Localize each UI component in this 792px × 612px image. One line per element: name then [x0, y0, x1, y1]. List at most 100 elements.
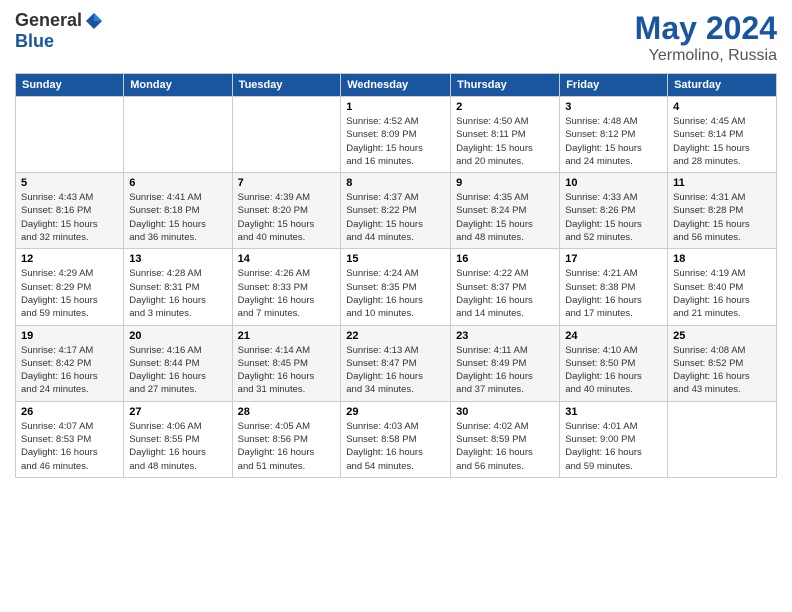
week-row-3: 19 Sunrise: 4:17 AM Sunset: 8:42 PM Dayli…	[16, 325, 777, 401]
header: General Blue May 2024 Yermolino, Russia	[15, 10, 777, 65]
header-sunday: Sunday	[16, 74, 124, 97]
day-info: Sunrise: 4:11 AM Sunset: 8:49 PM Dayligh…	[456, 344, 554, 397]
day-info: Sunrise: 4:33 AM Sunset: 8:26 PM Dayligh…	[565, 191, 662, 244]
header-saturday: Saturday	[668, 74, 777, 97]
day-number: 24	[565, 330, 662, 342]
table-cell	[668, 401, 777, 477]
week-row-4: 26 Sunrise: 4:07 AM Sunset: 8:53 PM Dayli…	[16, 401, 777, 477]
day-number: 5	[21, 177, 118, 189]
week-row-2: 12 Sunrise: 4:29 AM Sunset: 8:29 PM Dayli…	[16, 249, 777, 325]
day-number: 18	[673, 253, 771, 265]
week-row-1: 5Sunrise: 4:43 AM Sunset: 8:16 PM Daylig…	[16, 173, 777, 249]
table-cell: 31Sunrise: 4:01 AM Sunset: 9:00 PM Dayli…	[560, 401, 668, 477]
day-number: 12	[21, 253, 118, 265]
logo-general: General	[15, 10, 82, 31]
page: General Blue May 2024 Yermolino, Russia …	[0, 0, 792, 488]
day-number: 1	[346, 101, 445, 113]
location: Yermolino, Russia	[635, 47, 777, 65]
day-info: Sunrise: 4:21 AM Sunset: 8:38 PM Dayligh…	[565, 267, 662, 320]
day-number: 29	[346, 406, 445, 418]
day-number: 26	[21, 406, 118, 418]
day-info: Sunrise: 4:28 AM Sunset: 8:31 PM Dayligh…	[129, 267, 226, 320]
logo-icon	[84, 11, 104, 31]
day-info: Sunrise: 4:14 AM Sunset: 8:45 PM Dayligh…	[238, 344, 336, 397]
table-cell: 27 Sunrise: 4:06 AM Sunset: 8:55 PM Dayli…	[124, 401, 232, 477]
table-cell: 3 Sunrise: 4:48 AM Sunset: 8:12 PM Daylig…	[560, 97, 668, 173]
week-row-0: 1Sunrise: 4:52 AM Sunset: 8:09 PM Daylig…	[16, 97, 777, 173]
table-cell	[16, 97, 124, 173]
table-cell: 23Sunrise: 4:11 AM Sunset: 8:49 PM Dayli…	[451, 325, 560, 401]
table-cell: 25 Sunrise: 4:08 AM Sunset: 8:52 PM Dayli…	[668, 325, 777, 401]
table-cell: 22 Sunrise: 4:13 AM Sunset: 8:47 PM Dayli…	[341, 325, 451, 401]
day-info: Sunrise: 4:02 AM Sunset: 8:59 PM Dayligh…	[456, 420, 554, 473]
day-info: Sunrise: 4:48 AM Sunset: 8:12 PM Dayligh…	[565, 115, 662, 168]
logo-blue: Blue	[15, 31, 54, 52]
day-info: Sunrise: 4:16 AM Sunset: 8:44 PM Dayligh…	[129, 344, 226, 397]
day-number: 27	[129, 406, 226, 418]
table-cell: 21 Sunrise: 4:14 AM Sunset: 8:45 PM Dayli…	[232, 325, 341, 401]
header-wednesday: Wednesday	[341, 74, 451, 97]
day-number: 7	[238, 177, 336, 189]
table-cell: 13 Sunrise: 4:28 AM Sunset: 8:31 PM Dayli…	[124, 249, 232, 325]
table-cell: 14 Sunrise: 4:26 AM Sunset: 8:33 PM Dayli…	[232, 249, 341, 325]
table-cell: 6 Sunrise: 4:41 AM Sunset: 8:18 PM Daylig…	[124, 173, 232, 249]
table-cell: 19 Sunrise: 4:17 AM Sunset: 8:42 PM Dayli…	[16, 325, 124, 401]
day-number: 10	[565, 177, 662, 189]
day-number: 2	[456, 101, 554, 113]
day-number: 19	[21, 330, 118, 342]
day-info: Sunrise: 4:13 AM Sunset: 8:47 PM Dayligh…	[346, 344, 445, 397]
title-block: May 2024 Yermolino, Russia	[635, 10, 777, 65]
day-number: 14	[238, 253, 336, 265]
calendar-header-row: Sunday Monday Tuesday Wednesday Thursday…	[16, 74, 777, 97]
day-info: Sunrise: 4:31 AM Sunset: 8:28 PM Dayligh…	[673, 191, 771, 244]
day-info: Sunrise: 4:05 AM Sunset: 8:56 PM Dayligh…	[238, 420, 336, 473]
table-cell: 2 Sunrise: 4:50 AM Sunset: 8:11 PM Daylig…	[451, 97, 560, 173]
table-cell: 16Sunrise: 4:22 AM Sunset: 8:37 PM Dayli…	[451, 249, 560, 325]
header-thursday: Thursday	[451, 74, 560, 97]
day-number: 3	[565, 101, 662, 113]
day-info: Sunrise: 4:24 AM Sunset: 8:35 PM Dayligh…	[346, 267, 445, 320]
table-cell: 10 Sunrise: 4:33 AM Sunset: 8:26 PM Dayli…	[560, 173, 668, 249]
day-info: Sunrise: 4:07 AM Sunset: 8:53 PM Dayligh…	[21, 420, 118, 473]
day-number: 20	[129, 330, 226, 342]
day-info: Sunrise: 4:37 AM Sunset: 8:22 PM Dayligh…	[346, 191, 445, 244]
day-info: Sunrise: 4:35 AM Sunset: 8:24 PM Dayligh…	[456, 191, 554, 244]
day-info: Sunrise: 4:26 AM Sunset: 8:33 PM Dayligh…	[238, 267, 336, 320]
day-number: 15	[346, 253, 445, 265]
day-number: 8	[346, 177, 445, 189]
day-info: Sunrise: 4:08 AM Sunset: 8:52 PM Dayligh…	[673, 344, 771, 397]
day-number: 22	[346, 330, 445, 342]
table-cell: 1Sunrise: 4:52 AM Sunset: 8:09 PM Daylig…	[341, 97, 451, 173]
table-cell: 11Sunrise: 4:31 AM Sunset: 8:28 PM Dayli…	[668, 173, 777, 249]
day-info: Sunrise: 4:41 AM Sunset: 8:18 PM Dayligh…	[129, 191, 226, 244]
day-number: 25	[673, 330, 771, 342]
day-number: 17	[565, 253, 662, 265]
day-info: Sunrise: 4:29 AM Sunset: 8:29 PM Dayligh…	[21, 267, 118, 320]
table-cell: 12 Sunrise: 4:29 AM Sunset: 8:29 PM Dayli…	[16, 249, 124, 325]
day-number: 16	[456, 253, 554, 265]
logo-text: General	[15, 10, 104, 31]
header-tuesday: Tuesday	[232, 74, 341, 97]
day-info: Sunrise: 4:06 AM Sunset: 8:55 PM Dayligh…	[129, 420, 226, 473]
table-cell: 17 Sunrise: 4:21 AM Sunset: 8:38 PM Dayli…	[560, 249, 668, 325]
table-cell: 26 Sunrise: 4:07 AM Sunset: 8:53 PM Dayli…	[16, 401, 124, 477]
table-cell	[124, 97, 232, 173]
day-number: 21	[238, 330, 336, 342]
header-monday: Monday	[124, 74, 232, 97]
table-cell: 4Sunrise: 4:45 AM Sunset: 8:14 PM Daylig…	[668, 97, 777, 173]
day-info: Sunrise: 4:50 AM Sunset: 8:11 PM Dayligh…	[456, 115, 554, 168]
day-info: Sunrise: 4:17 AM Sunset: 8:42 PM Dayligh…	[21, 344, 118, 397]
table-cell: 18Sunrise: 4:19 AM Sunset: 8:40 PM Dayli…	[668, 249, 777, 325]
day-number: 13	[129, 253, 226, 265]
table-cell: 8 Sunrise: 4:37 AM Sunset: 8:22 PM Daylig…	[341, 173, 451, 249]
main-title: May 2024	[635, 10, 777, 47]
day-number: 28	[238, 406, 336, 418]
calendar: Sunday Monday Tuesday Wednesday Thursday…	[15, 73, 777, 478]
table-cell: 9Sunrise: 4:35 AM Sunset: 8:24 PM Daylig…	[451, 173, 560, 249]
day-number: 6	[129, 177, 226, 189]
logo: General Blue	[15, 10, 104, 52]
table-cell: 5Sunrise: 4:43 AM Sunset: 8:16 PM Daylig…	[16, 173, 124, 249]
day-info: Sunrise: 4:01 AM Sunset: 9:00 PM Dayligh…	[565, 420, 662, 473]
day-info: Sunrise: 4:10 AM Sunset: 8:50 PM Dayligh…	[565, 344, 662, 397]
day-info: Sunrise: 4:39 AM Sunset: 8:20 PM Dayligh…	[238, 191, 336, 244]
